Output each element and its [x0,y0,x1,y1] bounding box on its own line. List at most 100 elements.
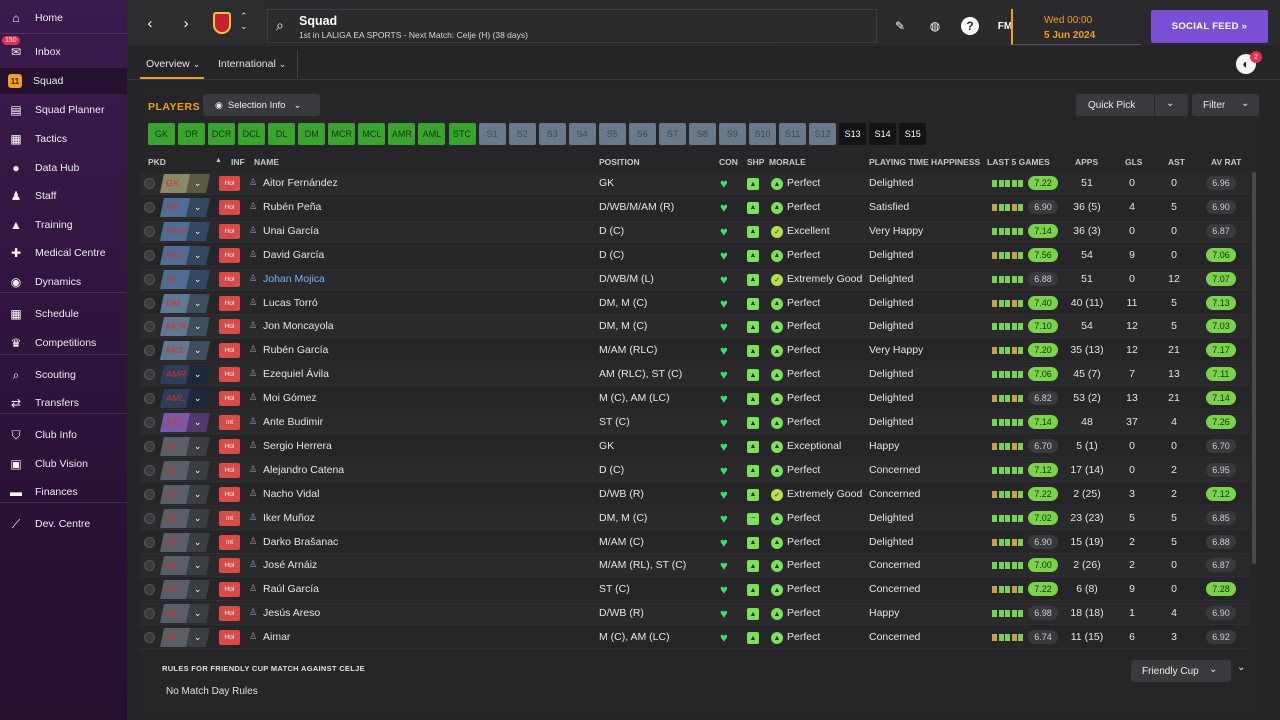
col-position[interactable]: POSITION [599,157,640,167]
player-name[interactable]: Lucas Torró [263,297,318,309]
table-row[interactable]: MCR ⌄ Hol ♙ Jon Moncayola DM, M (C) ♥ ▲ ▲ Perfect… [140,315,1250,339]
sidebar-item-club-info[interactable]: ⛉ Club Info [0,422,127,448]
position-button-dcl[interactable]: DCL [238,123,266,145]
select-checkbox[interactable] [144,464,155,476]
select-checkbox[interactable] [144,225,155,237]
sort-asc-icon[interactable]: ▲ [215,157,222,164]
social-feed-button[interactable]: SOCIAL FEED » [1151,10,1268,43]
player-name[interactable]: Unai García [263,225,319,237]
player-name[interactable]: Aitor Fernández [263,177,338,189]
col-inf[interactable]: INF [231,157,245,167]
position-dropdown[interactable]: DM ⌄ [159,293,211,313]
search-box[interactable]: ⌕ Squad 1st in LALIGA EA SPORTS - Next M… [267,9,877,43]
position-dropdown[interactable]: S3 ⌄ [159,484,211,504]
player-name[interactable]: Alejandro Catena [263,464,344,476]
sidebar-item-dev-centre[interactable]: ⟋ Dev. Centre [0,511,127,537]
sidebar-item-transfers[interactable]: ⇄ Transfers [0,390,127,416]
tab-overview[interactable]: Overview ⌄ [139,58,205,79]
position-dropdown[interactable]: MCR ⌄ [159,317,211,337]
info-badge[interactable]: Hol [219,462,240,478]
player-name[interactable]: Raúl García [263,583,319,595]
sidebar-item-dynamics[interactable]: ◉ Dynamics [0,269,127,295]
select-checkbox[interactable] [144,345,155,357]
position-dropdown[interactable]: DCL ⌄ [159,245,211,265]
position-button-s15[interactable]: S15 [899,123,927,145]
select-checkbox[interactable] [144,584,155,596]
col-name[interactable]: NAME [254,157,279,167]
player-name[interactable]: Nacho Vidal [263,488,319,500]
position-button-s12[interactable]: S12 [809,123,837,145]
sidebar-item-club-vision[interactable]: ▣ Club Vision [0,451,127,477]
position-dropdown[interactable]: S8 ⌄ [159,604,211,624]
quick-pick-button[interactable]: Quick Pick ⌄ [1076,94,1188,116]
info-badge[interactable]: Int [219,415,240,430]
position-dropdown[interactable]: DCR ⌄ [159,221,211,241]
position-button-s11[interactable]: S11 [779,123,807,145]
table-row[interactable]: S5 ⌄ Int ♙ Darko Brašanac M/AM (C) ♥ ▲ ▲ Perfect D… [140,531,1250,554]
info-badge[interactable]: Hol [219,630,240,646]
filter-button[interactable]: Filter ⌄ [1192,94,1259,116]
player-name[interactable]: Aimar [263,631,290,643]
sidebar-item-staff[interactable]: ♟ Staff [0,183,127,209]
forward-button[interactable]: › [177,14,195,32]
table-row[interactable]: S3 ⌄ Hol ♙ Nacho Vidal D/WB (R) ♥ ▲ ✓ Extremely G… [140,483,1250,506]
col-av-rat[interactable]: AV RAT [1211,157,1241,167]
back-button[interactable]: ‹ [141,14,159,32]
position-button-s8[interactable]: S8 [688,123,716,145]
player-name[interactable]: Jon Moncayola [263,320,334,332]
info-badge[interactable]: Hol [219,391,240,407]
info-badge[interactable]: Hol [219,582,240,598]
select-checkbox[interactable] [144,273,155,285]
select-checkbox[interactable] [144,632,155,644]
player-name[interactable]: Darko Brašanac [263,536,338,548]
player-name[interactable]: Johan Mojica [263,273,325,285]
table-row[interactable]: S6 ⌄ Hol ♙ José Arnáiz M/AM (RL), ST (C) ♥ ▲ ▲ Pe… [140,554,1250,578]
table-row[interactable]: AML ⌄ Hol ♙ Moi Gómez M (C), AM (LC) ♥ ▲ ▲ Perfec… [140,387,1250,411]
col-morale[interactable]: MORALE [769,157,806,167]
table-row[interactable]: S1 ⌄ Hol ♙ Sergio Herrera GK ♥ ▲ ▲ Exceptional Hap… [140,435,1250,458]
club-crest-icon[interactable] [213,12,231,34]
info-badge[interactable]: Hol [219,223,240,239]
player-name[interactable]: Sergio Herrera [263,440,332,452]
friendly-cup-dropdown[interactable]: Friendly Cup ⌄ [1131,660,1231,682]
position-dropdown[interactable]: S1 ⌄ [159,436,211,456]
position-button-s3[interactable]: S3 [538,123,566,145]
sidebar-item-inbox[interactable]: ✉ Inbox 150 [0,36,127,65]
position-button-s4[interactable]: S4 [568,123,596,145]
select-checkbox[interactable] [144,608,155,620]
table-row[interactable]: DCR ⌄ Hol ♙ Unai García D (C) ♥ ▲ ✓ Excellent Very… [140,219,1250,243]
col-playing-time-happiness[interactable]: PLAYING TIME HAPPINESS [869,157,980,167]
sidebar-item-squad[interactable]: 11 Squad [0,68,127,94]
table-scrollbar[interactable] [1252,172,1256,564]
select-checkbox[interactable] [144,249,155,261]
position-dropdown[interactable]: MCL ⌄ [159,341,211,361]
select-checkbox[interactable] [144,178,155,189]
position-button-s9[interactable]: S9 [718,123,746,145]
info-badge[interactable]: Hol [219,199,240,215]
sidebar-item-scouting[interactable]: ⌕ Scouting [0,362,127,388]
table-row[interactable]: DM ⌄ Hol ♙ Lucas Torró DM, M (C) ♥ ▲ ▲ Perfect Del… [140,292,1250,315]
table-row[interactable]: S4 ⌄ Int ♙ Iker Muñoz DM, M (C) ♥ − ▲ Perfect Deli… [140,506,1250,530]
position-dropdown[interactable]: STC ⌄ [159,413,211,432]
switch-club-arrows-icon[interactable]: ⌃ ⌄ [240,11,248,31]
select-checkbox[interactable] [144,417,155,428]
col-gls[interactable]: GLS [1125,157,1142,167]
player-name[interactable]: José Arnáiz [263,559,317,571]
position-button-s5[interactable]: S5 [598,123,626,145]
info-badge[interactable]: Hol [219,271,240,287]
player-name[interactable]: Ante Budimir [263,416,323,428]
player-name[interactable]: Rubén Peña [263,201,321,213]
position-dropdown[interactable]: AMR ⌄ [159,365,211,385]
player-name[interactable]: Moi Gómez [263,392,317,404]
table-row[interactable]: STC ⌄ Int ♙ Ante Budimir ST (C) ♥ ▲ ▲ Perfect Deli… [140,411,1250,434]
table-row[interactable]: AMR ⌄ Hol ♙ Ezequiel Ávila AM (RLC), ST (C) ♥ ▲… [140,363,1250,387]
select-checkbox[interactable] [144,369,155,381]
select-checkbox[interactable] [144,440,155,452]
position-dropdown[interactable]: S4 ⌄ [159,508,211,528]
table-row[interactable]: DCL ⌄ Hol ♙ David García D (C) ♥ ▲ ▲ Perfect Delig… [140,244,1250,267]
info-badge[interactable]: Hol [219,343,240,359]
position-dropdown[interactable]: AML ⌄ [159,389,211,409]
position-button-amr[interactable]: AMR [388,123,416,145]
table-row[interactable]: S7 ⌄ Hol ♙ Raúl García ST (C) ♥ ▲ ▲ Perfect Concer… [140,578,1250,602]
game-date[interactable]: Wed 00:00 5 Jun 2024 [1011,9,1141,45]
